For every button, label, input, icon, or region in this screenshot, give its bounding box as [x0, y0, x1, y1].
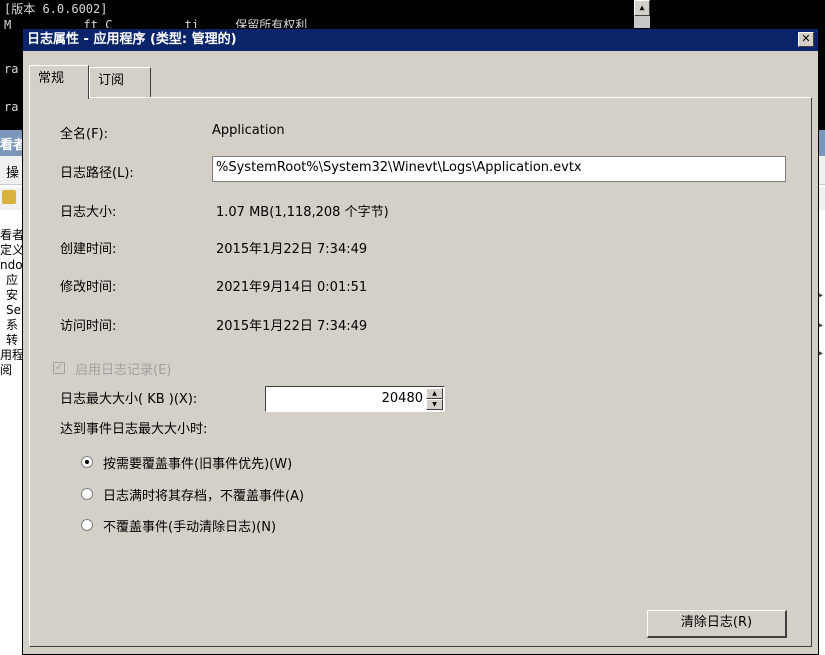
accessed-value: 2015年1月22日 7:34:49 — [216, 319, 368, 334]
max-size-spinner[interactable]: 20480 ▲ ▼ — [265, 386, 445, 412]
no-overwrite-radio-label[interactable]: 不覆盖事件(手动清除日志)(N) — [103, 516, 276, 535]
spinner-buttons: ▲ ▼ — [426, 388, 443, 410]
console-scrollbar[interactable] — [634, 16, 650, 28]
max-size-label: 日志最大大小( KB )(X): — [60, 392, 198, 407]
folder-up-icon[interactable] — [2, 190, 16, 204]
archive-radio[interactable] — [81, 488, 93, 500]
general-tab-panel: 全名(F): Application 日志路径(L): %SystemRoot%… — [29, 97, 812, 647]
accessed-label: 访问时间: — [60, 319, 117, 334]
created-label: 创建时间: — [60, 242, 117, 257]
full-name-label: 全名(F): — [60, 127, 109, 142]
dialog-title: 日志属性 - 应用程序 (类型: 管理的) — [27, 32, 237, 47]
tab-general[interactable]: 常规 — [29, 65, 89, 99]
log-path-field[interactable]: %SystemRoot%\System32\Winevt\Logs\Applic… — [212, 156, 786, 182]
clear-log-button[interactable]: 清除日志(R) — [647, 610, 787, 638]
spin-up-icon[interactable]: ▲ — [426, 388, 443, 399]
close-icon[interactable]: ✕ — [798, 32, 814, 47]
log-size-label: 日志大小: — [60, 205, 117, 220]
enable-logging-checkbox[interactable]: ✓ — [53, 362, 65, 374]
log-path-label: 日志路径(L): — [60, 166, 134, 181]
scroll-up-arrow-icon[interactable]: ▲ — [634, 0, 650, 16]
console-line: ra — [4, 100, 19, 114]
console-line-version: [版本 6.0.6002] — [4, 2, 108, 16]
menu-item-action[interactable]: 操 — [6, 162, 19, 181]
created-value: 2015年1月22日 7:34:49 — [216, 242, 368, 257]
no-overwrite-radio[interactable] — [81, 519, 93, 531]
log-size-value: 1.07 MB(1,118,208 个字节) — [216, 205, 389, 220]
max-size-value[interactable]: 20480 — [382, 391, 423, 406]
spin-down-icon[interactable]: ▼ — [426, 399, 443, 410]
overwrite-radio-label[interactable]: 按需要覆盖事件(旧事件优先)(W) — [103, 453, 292, 472]
full-name-value: Application — [212, 123, 285, 138]
enable-logging-label: 启用日志记录(E) — [75, 363, 172, 378]
dialog-titlebar[interactable]: 日志属性 - 应用程序 (类型: 管理的) ✕ — [23, 29, 818, 51]
log-properties-dialog: 日志属性 - 应用程序 (类型: 管理的) ✕ 常规 订阅 全名(F): App… — [22, 28, 819, 655]
tab-subscriptions[interactable]: 订阅 — [89, 67, 151, 97]
modified-value: 2021年9月14日 0:01:51 — [216, 280, 368, 295]
when-max-reached-label: 达到事件日志最大大小时: — [60, 422, 208, 437]
modified-label: 修改时间: — [60, 280, 117, 295]
archive-radio-label[interactable]: 日志满时将其存档，不覆盖事件(A) — [103, 485, 304, 504]
overwrite-radio[interactable] — [81, 456, 93, 468]
console-line: ra — [4, 62, 19, 76]
